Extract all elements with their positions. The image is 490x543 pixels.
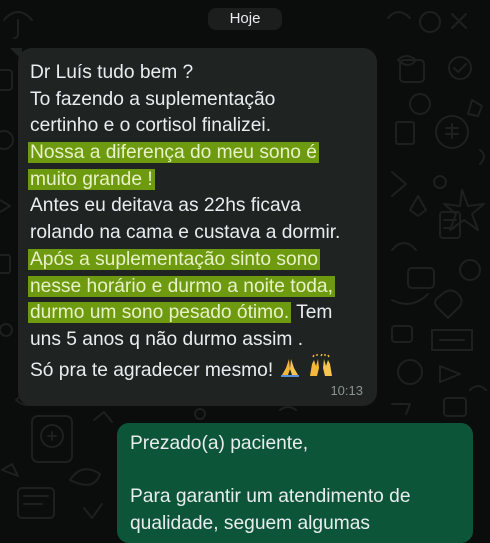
message-line-highlighted: Nossa a diferença do meu sono é [28,140,370,167]
message-text: Prezado(a) paciente, Para garantir um at… [130,431,460,537]
message-fragment: Só pra te agradecer mesmo! [30,359,274,381]
message-line-highlighted: durmo um sono pesado ótimo. Tem [28,300,370,327]
message-line: rolando na cama e custava a dormir. [30,222,341,244]
message-line: Para garantir um atendimento de [130,486,411,508]
message-line-highlighted: muito grande ! [28,167,370,194]
message-line [130,458,460,485]
message-text: Dr Luís tudo bem ? To fazendo a suplemen… [28,60,370,381]
message-line: Prezado(a) paciente, [130,433,309,454]
message-line: To fazendo a suplementação [30,88,276,110]
message-line: Só pra te agradecer mesmo! [30,353,370,381]
message-line-highlighted: nesse horário e durmo a noite toda, [28,274,370,301]
message-line: Dr Luís tudo bem ? [30,62,194,83]
message-line-highlighted: Após a suplementação sinto sono [28,247,370,274]
bubble-tail [10,48,22,60]
message-line: qualidade, seguem algumas [130,512,371,534]
incoming-message[interactable]: Dr Luís tudo bem ? To fazendo a suplemen… [10,48,377,406]
message-fragment: Tem [291,302,333,324]
outgoing-message[interactable]: Prezado(a) paciente, Para garantir um at… [117,423,473,543]
date-separator: Hoje [208,8,282,30]
text-highlight: Após a suplementação sinto sono [28,248,320,270]
date-label: Hoje [229,10,261,27]
message-line: uns 5 anos q não durmo assim . [30,328,304,350]
text-highlight: Nossa a diferença do meu sono é [28,142,319,164]
raising-hands-emoji [310,353,333,376]
text-highlight: durmo um sono pesado ótimo. [28,302,292,324]
message-timestamp: 10:13 [330,383,363,398]
text-highlight: nesse horário e durmo a noite toda, [28,275,335,297]
folded-hands-emoji [281,358,300,377]
message-line: Antes eu deitava as 22hs ficava [30,195,301,217]
text-highlight: muito grande ! [28,168,155,190]
message-line: certinho e o cortisol finalizei. [30,115,272,137]
